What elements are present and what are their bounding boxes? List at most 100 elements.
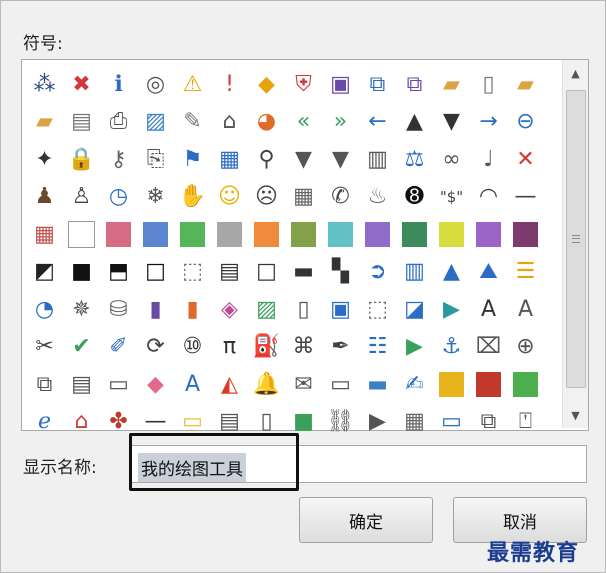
checker-icon[interactable]: ▚ <box>322 254 359 292</box>
eraser-icon[interactable]: ◆ <box>137 366 174 404</box>
half-fill-icon[interactable]: ⬒ <box>100 254 137 292</box>
envelope-icon[interactable]: ✉ <box>285 366 322 404</box>
smiley-icon[interactable]: ☺ <box>211 179 248 217</box>
page-icon[interactable]: ▯ <box>285 291 322 329</box>
piggy-bank-icon[interactable]: ♨ <box>359 179 396 217</box>
scroll-down-button[interactable]: ▼ <box>563 404 588 426</box>
scissors-icon[interactable]: ✂ <box>26 329 63 367</box>
clipboard-icon[interactable]: ▯ <box>248 404 285 442</box>
cube-icon[interactable]: ■ <box>285 404 322 442</box>
lock-icon[interactable]: 🔒 <box>63 141 100 179</box>
play-icon[interactable]: ▶ <box>396 329 433 367</box>
swatch-gold-icon[interactable] <box>433 366 470 404</box>
rings-icon[interactable]: ∞ <box>433 141 470 179</box>
home-network-icon[interactable]: ⌂ <box>63 404 100 442</box>
signpost-icon[interactable]: ✤ <box>100 404 137 442</box>
sticky-note-icon[interactable]: ▭ <box>174 404 211 442</box>
notes-icon[interactable]: ✎ <box>174 104 211 142</box>
anchor-icon[interactable]: ⚓ <box>433 329 470 367</box>
snowflake-icon[interactable]: ❄ <box>137 179 174 217</box>
magnifier-icon[interactable]: ⚲ <box>248 141 285 179</box>
table-icon[interactable]: ▦ <box>211 141 248 179</box>
save-icon[interactable]: ▣ <box>322 66 359 104</box>
eight-ball-icon[interactable]: ➑ <box>396 179 433 217</box>
user-icon[interactable]: ♙ <box>63 179 100 217</box>
vertical-scrollbar[interactable]: ▲ ▼ <box>562 60 588 428</box>
pie-chart-icon[interactable]: ◕ <box>248 104 285 142</box>
warning-icon[interactable]: ⚠ <box>174 66 211 104</box>
bar-square-icon[interactable]: ▬ <box>285 254 322 292</box>
book-icon[interactable]: ▥ <box>359 141 396 179</box>
dollar-quote-icon[interactable]: "$" <box>433 179 470 217</box>
lasso-add-icon[interactable]: ⊕ <box>507 329 544 367</box>
file-manager-icon[interactable]: ▤ <box>63 104 100 142</box>
swatch-violet-icon[interactable] <box>470 216 507 254</box>
swatch-gray-icon[interactable] <box>211 216 248 254</box>
certificate-icon[interactable]: ⍞ <box>507 404 544 442</box>
mountain-chart-icon[interactable]: ⛰ <box>470 254 507 292</box>
swatch-red-striped-icon[interactable] <box>470 366 507 404</box>
line-icon[interactable]: — <box>137 404 174 442</box>
eye-icon[interactable]: ◠ <box>470 179 507 217</box>
rewind-icon[interactable]: « <box>285 104 322 142</box>
calculator-icon[interactable]: ▦ <box>285 179 322 217</box>
text-fill-icon[interactable]: A <box>507 291 544 329</box>
bell-icon[interactable]: 🔔 <box>248 366 285 404</box>
bullet-list-icon[interactable]: ☷ <box>359 329 396 367</box>
document-icon[interactable]: ▯ <box>470 66 507 104</box>
id-card-icon[interactable]: ▭ <box>322 366 359 404</box>
filter-icon[interactable]: ▼ <box>322 141 359 179</box>
origami-icon[interactable]: ◭ <box>211 366 248 404</box>
scroll-icon[interactable]: ⎘ <box>137 141 174 179</box>
hand-icon[interactable]: ✋ <box>174 179 211 217</box>
swatch-white-icon[interactable] <box>63 216 100 254</box>
save-as-icon[interactable]: ⧉ <box>359 66 396 104</box>
swatch-blue-icon[interactable] <box>137 216 174 254</box>
org-chart-icon[interactable]: ⁂ <box>26 66 63 104</box>
swatch-bright-green-icon[interactable] <box>507 366 544 404</box>
swatch-darkgreen-icon[interactable] <box>396 216 433 254</box>
triangle-down-icon[interactable]: ▼ <box>433 104 470 142</box>
scales-icon[interactable]: ⚖ <box>396 141 433 179</box>
link-check-icon[interactable]: ⛓ <box>322 404 359 442</box>
swatch-rose-icon[interactable] <box>100 216 137 254</box>
info-icon[interactable]: ℹ <box>100 66 137 104</box>
copy-icon[interactable]: ⧉ <box>26 366 63 404</box>
window-blue-icon[interactable]: ▬ <box>359 366 396 404</box>
swatch-teal-icon[interactable] <box>322 216 359 254</box>
spreadsheet-icon[interactable]: ▦ <box>396 404 433 442</box>
printer-icon[interactable]: ⎙ <box>100 104 137 142</box>
warning-diamond-icon[interactable]: ◆ <box>248 66 285 104</box>
color-grid-icon[interactable]: ▦ <box>26 216 63 254</box>
black-square-icon[interactable]: ■ <box>63 254 100 292</box>
clipboard-text-icon[interactable]: ▤ <box>63 366 100 404</box>
bar-chart-icon[interactable]: ▥ <box>396 254 433 292</box>
scroll-thumb[interactable] <box>566 90 586 388</box>
folder-open-icon[interactable]: ▰ <box>507 66 544 104</box>
target-icon[interactable]: ◎ <box>137 66 174 104</box>
swatch-purple-icon[interactable] <box>359 216 396 254</box>
microphone-icon[interactable]: ♩ <box>470 141 507 179</box>
display-name-input[interactable]: 我的绘图工具 <box>131 445 587 483</box>
check-icon[interactable]: ✔ <box>63 329 100 367</box>
swatch-lime-icon[interactable] <box>433 216 470 254</box>
diagonal-fill-icon[interactable]: ◩ <box>26 254 63 292</box>
exclamation-icon[interactable]: ! <box>211 66 248 104</box>
arrow-circle-icon[interactable]: ➲ <box>359 254 396 292</box>
triangle-up-icon[interactable]: ▲ <box>396 104 433 142</box>
swatch-orange-icon[interactable] <box>248 216 285 254</box>
dotted-frame-icon[interactable]: ⬚ <box>174 254 211 292</box>
mute-icon[interactable]: ✕ <box>507 141 544 179</box>
play-split-icon[interactable]: ▶ <box>433 291 470 329</box>
bold-frame-icon[interactable]: □ <box>137 254 174 292</box>
phone-icon[interactable]: ✆ <box>322 179 359 217</box>
refresh-icon[interactable]: ⟳ <box>137 329 174 367</box>
swatch-olive-icon[interactable] <box>285 216 322 254</box>
contact-card-icon[interactable]: ▣ <box>322 291 359 329</box>
database-icon[interactable]: ⛁ <box>100 291 137 329</box>
folder-outline-icon[interactable]: ▭ <box>100 366 137 404</box>
fast-forward-icon[interactable]: » <box>322 104 359 142</box>
filter-icon[interactable]: ▼ <box>285 141 322 179</box>
internet-explorer-icon[interactable]: ℯ <box>26 404 63 442</box>
folders-icon[interactable]: ▰ <box>26 104 63 142</box>
